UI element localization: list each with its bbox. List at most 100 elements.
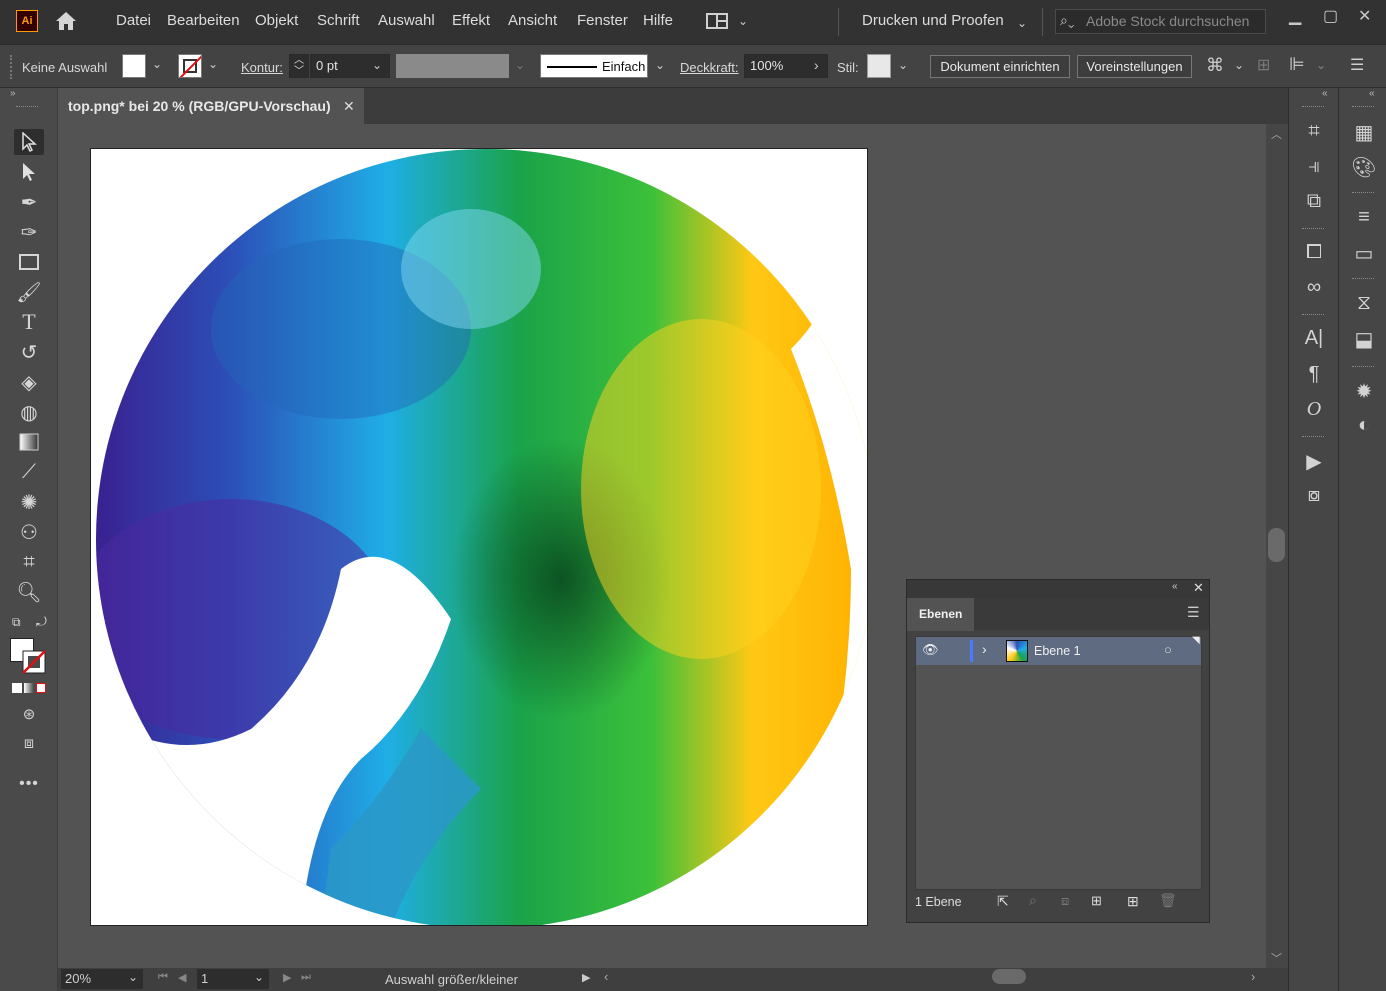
chevron-down-icon[interactable]: ⌄	[655, 58, 665, 72]
none-mode-icon[interactable]	[36, 683, 46, 693]
grip-handle[interactable]	[1352, 278, 1374, 281]
swatches-panel-icon[interactable]: ▦	[1349, 120, 1379, 145]
preferences-button[interactable]: Voreinstellungen	[1077, 55, 1192, 78]
stroke-label[interactable]: Kontur:	[241, 60, 283, 75]
vertical-scroll-thumb[interactable]	[1268, 528, 1285, 562]
grip-handle[interactable]	[1302, 436, 1324, 439]
collapse-icon[interactable]: »	[10, 88, 16, 99]
arrange-documents-icon[interactable]	[706, 13, 728, 29]
stroke-swatch[interactable]	[178, 54, 202, 78]
scroll-down-icon[interactable]: ﹀	[1271, 950, 1282, 966]
layer-row[interactable]: 👁︎ › Ebene 1 ○ ◥	[916, 635, 1201, 665]
chevron-down-icon[interactable]: ⌄	[1316, 58, 1326, 72]
document-tab[interactable]: top.png* bei 20 % (RGB/GPU-Vorschau)	[58, 88, 364, 124]
chevron-down-icon[interactable]: ⌄	[208, 57, 218, 71]
gradient-panel-icon[interactable]: ▭	[1349, 241, 1379, 266]
previous-artboard-icon[interactable]: ◀	[178, 971, 186, 984]
locate-object-icon[interactable]: ⌕	[1029, 892, 1037, 909]
chevron-down-icon[interactable]: ⌄	[152, 57, 162, 71]
color-guide-panel-icon[interactable]: 🎨︎	[1349, 155, 1379, 180]
menu-effekt[interactable]: Effekt	[452, 12, 490, 29]
target-icon[interactable]: ○	[1164, 642, 1172, 657]
gradient-tool-icon[interactable]	[14, 429, 44, 455]
align-panel-icon[interactable]: ⫣	[1299, 155, 1329, 178]
actions-panel-icon[interactable]: ▶	[1299, 449, 1329, 474]
grip-handle[interactable]	[10, 55, 12, 79]
eyedropper-tool-icon[interactable]: ⟋	[14, 459, 44, 485]
trash-icon[interactable]: 🗑︎	[1159, 892, 1177, 909]
panel-menu-icon[interactable]: ☰	[1187, 604, 1200, 621]
grip-handle[interactable]	[1302, 228, 1324, 231]
curvature-tool-icon[interactable]: ✑	[14, 219, 44, 245]
screen-mode-icon[interactable]: ⧈	[14, 731, 44, 757]
chevron-down-icon[interactable]: ⌄	[1234, 58, 1244, 72]
stroke-color-swatch[interactable]	[22, 650, 46, 674]
chevron-down-icon[interactable]: ⌄	[738, 14, 748, 28]
scroll-right-icon[interactable]: ›	[1251, 969, 1255, 984]
scroll-left-icon[interactable]: ‹	[604, 969, 608, 984]
close-icon[interactable]: ✕	[1358, 6, 1371, 26]
chevron-right-icon[interactable]: ›	[982, 641, 987, 657]
appearance-panel-icon[interactable]: ⬓	[1349, 327, 1379, 352]
puppet-warp-tool-icon[interactable]: ✺	[14, 489, 44, 515]
eraser-tool-icon[interactable]: ◈	[14, 369, 44, 395]
rotate-tool-icon[interactable]: ↺	[14, 339, 44, 365]
chevron-down-icon[interactable]: ⌄	[254, 970, 264, 984]
paragraph-panel-icon[interactable]: ¶	[1299, 363, 1329, 386]
close-icon[interactable]: ✕	[1193, 580, 1204, 596]
menu-schrift[interactable]: Schrift	[317, 12, 360, 29]
menu-auswahl[interactable]: Auswahl	[378, 12, 435, 29]
grip-handle[interactable]	[1302, 314, 1324, 317]
panel-title-bar[interactable]: « ✕	[907, 580, 1209, 598]
artboard[interactable]	[90, 148, 868, 926]
transform-icon[interactable]: ⌘	[1206, 55, 1224, 76]
color-mode-icon[interactable]	[12, 683, 22, 693]
chevron-down-icon[interactable]: ⌄	[128, 970, 138, 984]
distribute-icon[interactable]: ⊫	[1289, 54, 1305, 75]
close-icon[interactable]: ✕	[343, 88, 355, 124]
stroke-stepper[interactable]: ︿ ﹀	[289, 54, 309, 78]
opacity-label[interactable]: Deckkraft:	[680, 60, 739, 75]
home-icon[interactable]	[54, 10, 78, 32]
horizontal-scroll-thumb[interactable]	[992, 969, 1026, 984]
type-tool-icon[interactable]: T	[14, 309, 44, 335]
menu-datei[interactable]: Datei	[116, 12, 151, 29]
align-icon[interactable]: ⊞	[1257, 55, 1270, 75]
chevron-down-icon[interactable]: ⌄	[1017, 16, 1027, 30]
more-tools-icon[interactable]: •••	[14, 771, 44, 797]
chevron-right-icon[interactable]: ›	[814, 57, 819, 73]
chevron-down-icon[interactable]: ⌄	[898, 58, 908, 72]
workspace-switcher[interactable]: Drucken und Proofen	[862, 12, 1004, 29]
grip-handle[interactable]	[1352, 366, 1374, 369]
new-layer-icon[interactable]: ⊞	[1127, 893, 1139, 910]
transparency-panel-icon[interactable]: ⧖	[1349, 292, 1379, 315]
tab-ebenen[interactable]: Ebenen	[907, 598, 974, 631]
stroke-panel-icon[interactable]: ≡	[1349, 206, 1379, 229]
direct-selection-tool-icon[interactable]	[14, 159, 44, 185]
grip-handle[interactable]	[1352, 106, 1374, 109]
new-sublayer-icon[interactable]: ⊞	[1091, 893, 1102, 909]
symbol-sprayer-tool-icon[interactable]: ⚇	[14, 519, 44, 545]
gradient-mode-icon[interactable]	[24, 683, 34, 693]
menu-ansicht[interactable]: Ansicht	[508, 12, 557, 29]
selection-tool-icon[interactable]	[14, 129, 44, 155]
grip-handle[interactable]	[16, 106, 38, 109]
pen-tool-icon[interactable]: ✒	[14, 189, 44, 215]
menu-hilfe[interactable]: Hilfe	[643, 12, 673, 29]
chevron-down-icon[interactable]: ⌄	[515, 58, 525, 72]
graphic-style-swatch[interactable]	[867, 54, 891, 78]
maximize-icon[interactable]: ▢	[1323, 6, 1338, 26]
minimize-icon[interactable]: ▁	[1289, 6, 1301, 26]
transform-panel-icon[interactable]: ⌗	[1299, 120, 1329, 143]
collapse-icon[interactable]: «	[1172, 581, 1178, 592]
last-artboard-icon[interactable]: ⏭	[301, 971, 311, 984]
default-colors-icon[interactable]: ⧉	[12, 615, 21, 630]
grip-handle[interactable]	[1302, 106, 1324, 109]
character-panel-icon[interactable]: A|	[1299, 327, 1329, 350]
export-icon[interactable]: ⇱	[997, 893, 1009, 910]
document-setup-button[interactable]: Dokument einrichten	[930, 55, 1070, 78]
draw-mode-icon[interactable]: ⊛	[14, 701, 44, 727]
panel-menu-icon[interactable]: ☰	[1350, 55, 1364, 75]
symbols-panel-icon[interactable]: ✹	[1349, 379, 1379, 404]
shape-builder-tool-icon[interactable]: ◍	[14, 399, 44, 425]
